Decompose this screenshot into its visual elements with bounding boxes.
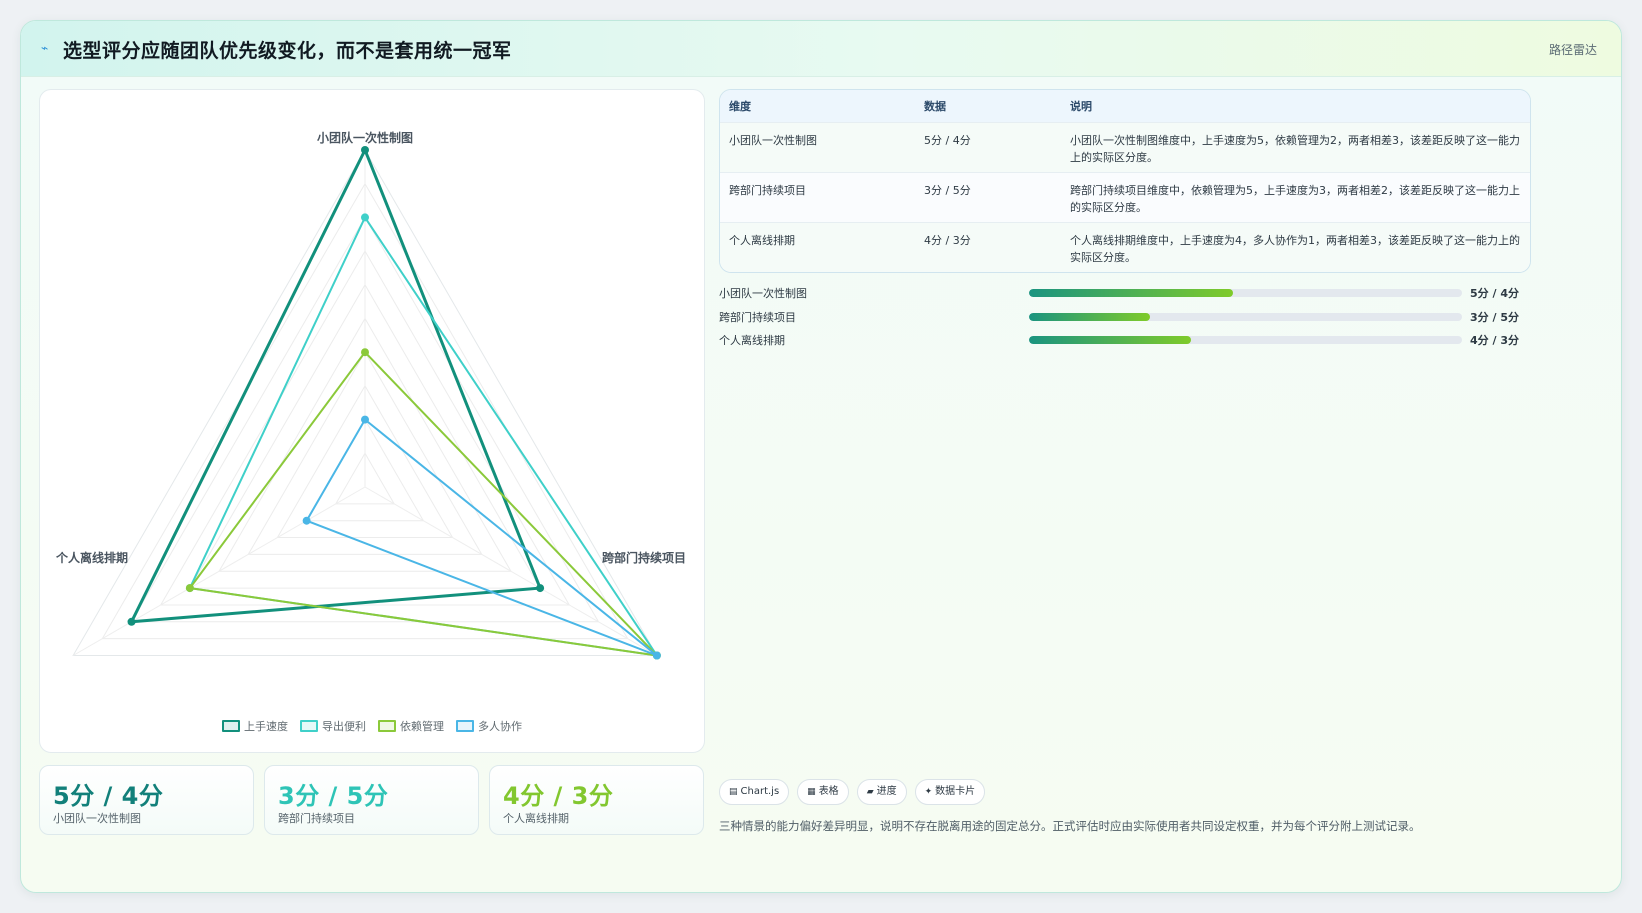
data-point: [361, 146, 369, 154]
table-row: 个人离线排期 4分 / 3分 个人离线排期维度中，上手速度为4，多人协作为1，两…: [720, 222, 1530, 272]
card-icon: ✦: [924, 787, 933, 797]
kpi-value: 3分 / 5分: [278, 782, 389, 810]
kpi-label: 小团队一次性制图: [53, 812, 141, 825]
data-point: [127, 617, 136, 626]
table-cell-description: 个人离线排期维度中，上手速度为4，多人协作为1，两者相差3，该差距反映了这一能力…: [1070, 233, 1520, 264]
data-point: [652, 651, 661, 660]
radar-chart-panel: 小团队一次性制图跨部门持续项目 个人离线排期 上手速度 导出便利 依赖管理 多人协作: [39, 89, 705, 753]
kpi-value: 5分 / 4分: [53, 782, 164, 810]
progress-fill: [1029, 312, 1151, 321]
series-line: [188, 215, 659, 657]
axis-label: 跨部门持续项目: [602, 550, 686, 565]
legend-swatch: [222, 720, 240, 732]
axis-label: 个人离线排期: [55, 550, 128, 565]
data-point: [536, 584, 545, 593]
progress-value: 4分 / 3分: [1470, 334, 1519, 347]
chart-legend: 上手速度 导出便利 依赖管理 多人协作: [40, 718, 704, 734]
chip-chartjs[interactable]: ▤ Chart.js: [719, 779, 790, 805]
table-cell-data: 4分 / 3分: [924, 233, 971, 247]
data-table: 维度 数据 说明 小团队一次性制图 5分 / 4分 小团队一次性制图维度中，上手…: [719, 89, 1531, 273]
chart-icon: ▤: [729, 787, 738, 797]
progress-fill: [1029, 289, 1233, 297]
kpi-card: 3分 / 5分 跨部门持续项目: [264, 765, 479, 835]
progress-label: 个人离线排期: [719, 334, 785, 347]
chip-progress[interactable]: ▰ 进度: [856, 779, 907, 805]
progress-value: 5分 / 4分: [1470, 287, 1519, 300]
series-line: [128, 146, 543, 624]
kpi-card: 5分 / 4分 小团队一次性制图: [39, 765, 254, 835]
progress-row: 个人离线排期 4分 / 3分: [719, 330, 1531, 354]
table-row: 跨部门持续项目 3分 / 5分 跨部门持续项目维度中，依赖管理为5，上手速度为3…: [720, 172, 1530, 222]
table-icon: ▦: [807, 787, 816, 797]
table-cell-dimension: 跨部门持续项目: [729, 183, 806, 197]
progress-label: 跨部门持续项目: [719, 310, 796, 324]
main-card: ⌁ 选型评分应随团队优先级变化，而不是套用统一冠军 路径雷达 小团队一次性制图跨…: [20, 20, 1622, 893]
data-point: [185, 584, 194, 593]
progress-track: [1029, 289, 1462, 297]
chip-label: 进度: [876, 786, 897, 797]
kpi-label: 跨部门持续项目: [278, 812, 355, 825]
legend-item[interactable]: 多人协作: [456, 718, 522, 734]
header: ⌁ 选型评分应随团队优先级变化，而不是套用统一冠军 路径雷达: [21, 21, 1621, 77]
progress-track: [1029, 312, 1462, 321]
kpi-value: 4分 / 3分: [503, 782, 614, 810]
legend-label: 多人协作: [478, 720, 522, 733]
column-header: 数据: [924, 99, 946, 113]
chip-label: 表格: [818, 786, 839, 797]
chip-table[interactable]: ▦ 表格: [797, 779, 849, 805]
table-row: 小团队一次性制图 5分 / 4分 小团队一次性制图维度中，上手速度为5，依赖管理…: [720, 122, 1530, 172]
chip-data-card[interactable]: ✦ 数据卡片: [914, 779, 986, 805]
column-header: 说明: [1070, 99, 1092, 113]
table-cell-dimension: 小团队一次性制图: [729, 133, 817, 147]
legend-swatch: [456, 720, 474, 732]
legend-swatch: [300, 720, 318, 732]
table-cell-data: 5分 / 4分: [924, 133, 971, 147]
table-cell-dimension: 个人离线排期: [729, 233, 795, 247]
tech-chips: ▤ Chart.js ▦ 表格 ▰ 进度 ✦ 数据卡片: [719, 779, 986, 805]
column-header: 维度: [729, 99, 751, 113]
progress-row: 跨部门持续项目 3分 / 5分: [719, 307, 1531, 331]
progress-list: 小团队一次性制图 5分 / 4分 跨部门持续项目 3分 / 5分 个人离线排期 …: [719, 283, 1531, 354]
table-cell-description: 小团队一次性制图维度中，上手速度为5，依赖管理为2，两者相差3，该差距反映了这一…: [1070, 133, 1520, 164]
legend-label: 上手速度: [244, 720, 288, 733]
table-header-row: 维度 数据 说明: [720, 90, 1530, 122]
route-icon: ⌁: [41, 41, 49, 55]
data-point: [302, 516, 311, 525]
chip-label: Chart.js: [740, 786, 780, 797]
kpi-label: 个人离线排期: [503, 812, 569, 825]
data-point: [361, 213, 369, 222]
progress-track: [1029, 336, 1462, 344]
legend-label: 依赖管理: [400, 720, 444, 733]
radar-chart: 小团队一次性制图跨部门持续项目 个人离线排期: [55, 130, 686, 660]
progress-label: 小团队一次性制图: [719, 287, 807, 300]
legend-label: 导出便利: [322, 720, 366, 733]
data-point: [361, 415, 369, 424]
legend-swatch: [378, 720, 396, 732]
axis-label: 小团队一次性制图: [317, 130, 413, 145]
table-cell-description: 跨部门持续项目维度中，依赖管理为5，上手速度为3，两者相差2，该差距反映了这一能…: [1070, 183, 1520, 214]
progress-value: 3分 / 5分: [1470, 310, 1519, 324]
progress-row: 小团队一次性制图 5分 / 4分: [719, 283, 1531, 307]
legend-item[interactable]: 依赖管理: [378, 718, 444, 734]
progress-fill: [1029, 336, 1192, 344]
data-point: [361, 348, 369, 357]
page-title: 选型评分应随团队优先级变化，而不是套用统一冠军: [63, 40, 512, 62]
chip-label: 数据卡片: [935, 786, 976, 797]
legend-item[interactable]: 上手速度: [222, 718, 288, 734]
legend-item[interactable]: 导出便利: [300, 718, 366, 734]
kpi-card: 4分 / 3分 个人离线排期: [489, 765, 704, 835]
table-cell-data: 3分 / 5分: [924, 183, 971, 197]
header-tag: 路径雷达: [1548, 43, 1597, 57]
footnote: 三种情景的能力偏好差异明显，说明不存在脱离用途的固定总分。正式评估时应由实际使用…: [719, 819, 1421, 833]
kpi-row: 5分 / 4分 小团队一次性制图 3分 / 5分 跨部门持续项目 4分 / 3分…: [39, 765, 705, 835]
progress-icon: ▰: [866, 787, 874, 797]
